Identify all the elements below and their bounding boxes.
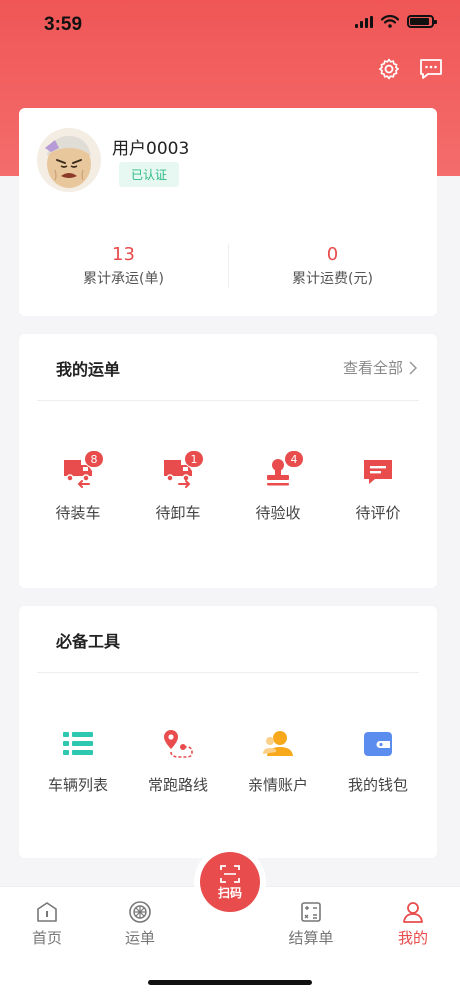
- order-pending-review-label: 待评价: [355, 504, 401, 522]
- scan-button-wrap: 扫码: [194, 846, 266, 918]
- wallet-icon: [364, 732, 392, 756]
- badge-pending-unload: 1: [184, 450, 204, 468]
- badge-pending-load: 8: [84, 450, 104, 468]
- home-indicator: [148, 980, 312, 985]
- badge-pending-accept: 4: [284, 450, 304, 468]
- orders-title: 我的运单: [56, 360, 121, 379]
- tools-grid: 车辆列表 常跑路线 亲情账户 我的钱包: [19, 724, 437, 795]
- divider: [37, 672, 419, 673]
- order-pending-unload[interactable]: 1 待卸车: [128, 450, 228, 523]
- route-icon: [164, 730, 193, 758]
- stat-orders-label: 累计承运(单): [83, 271, 164, 287]
- chevron-right-icon: [409, 360, 417, 375]
- verified-badge: 已认证: [119, 162, 180, 187]
- stat-freight-value: 0: [326, 244, 339, 265]
- tab-orders-label: 运单: [124, 929, 155, 947]
- stat-divider: [228, 244, 229, 288]
- status-time: 3:59: [44, 14, 83, 35]
- status-bar: 3:59: [0, 0, 460, 50]
- stat-freight[interactable]: 0 累计运费(元): [228, 244, 437, 290]
- tab-settlement[interactable]: 结算单: [271, 899, 351, 948]
- tool-routes-label: 常跑路线: [147, 776, 208, 794]
- header-actions: [376, 56, 444, 82]
- username: 用户0003: [112, 139, 190, 159]
- tool-wallet-label: 我的钱包: [347, 776, 408, 794]
- wheel-icon: [129, 901, 151, 923]
- tab-mine[interactable]: 我的: [373, 899, 453, 948]
- order-pending-unload-label: 待卸车: [155, 504, 201, 522]
- message-icon: [420, 59, 442, 79]
- stat-freight-label: 累计运费(元): [292, 271, 373, 287]
- messages-button[interactable]: [418, 56, 444, 82]
- tools-card: 必备工具 车辆列表 常跑路线 亲情账户 我的钱包: [19, 606, 437, 858]
- scan-button[interactable]: 扫码: [200, 852, 260, 912]
- order-pending-load-label: 待装车: [55, 504, 101, 522]
- calculator-icon: [301, 902, 321, 922]
- avatar-image: [37, 128, 101, 192]
- status-icons: [355, 15, 437, 28]
- tool-family-account-label: 亲情账户: [247, 776, 308, 794]
- avatar[interactable]: [37, 128, 101, 192]
- divider: [37, 400, 419, 401]
- signal-icon: [355, 15, 373, 28]
- comment-icon: [364, 460, 392, 484]
- scan-label: 扫码: [217, 885, 242, 900]
- home-icon: [37, 902, 57, 922]
- tool-vehicle-list-label: 车辆列表: [47, 776, 108, 794]
- tool-family-account[interactable]: 亲情账户: [228, 724, 328, 795]
- order-pending-load[interactable]: 8 待装车: [28, 450, 128, 523]
- profile-card: 用户0003 已认证 13 累计承运(单) 0 累计运费(元): [19, 108, 437, 316]
- order-pending-accept-label: 待验收: [255, 504, 301, 522]
- wifi-icon: [381, 15, 399, 28]
- settings-button[interactable]: [376, 56, 402, 82]
- order-pending-review[interactable]: 待评价: [328, 452, 428, 523]
- stat-orders[interactable]: 13 累计承运(单): [19, 244, 228, 290]
- orders-grid: 8 待装车 1 待卸车 4 待验收 待评价: [19, 450, 437, 523]
- order-pending-accept[interactable]: 4 待验收: [228, 450, 328, 523]
- battery-icon: [407, 15, 437, 28]
- tab-mine-label: 我的: [397, 929, 428, 947]
- tool-wallet[interactable]: 我的钱包: [328, 724, 428, 795]
- tab-orders[interactable]: 运单: [100, 899, 180, 948]
- family-account-icon: [263, 731, 293, 756]
- gear-icon: [379, 58, 399, 80]
- stat-orders-value: 13: [112, 244, 135, 265]
- tool-vehicle-list[interactable]: 车辆列表: [28, 724, 128, 795]
- orders-card: 我的运单 查看全部 8 待装车 1 待卸车 4 待验收 待评价: [19, 334, 437, 588]
- tool-routes[interactable]: 常跑路线: [128, 724, 228, 795]
- view-all-link[interactable]: 查看全部: [343, 357, 417, 378]
- list-icon: [63, 732, 93, 755]
- tab-home-label: 首页: [31, 929, 62, 947]
- tab-settlement-label: 结算单: [288, 929, 334, 947]
- tab-home[interactable]: 首页: [7, 899, 87, 948]
- stats-row: 13 累计承运(单) 0 累计运费(元): [19, 244, 437, 290]
- scan-icon: [220, 864, 240, 883]
- user-icon: [403, 902, 423, 923]
- view-all-label: 查看全部: [342, 359, 403, 377]
- tools-title: 必备工具: [56, 632, 121, 651]
